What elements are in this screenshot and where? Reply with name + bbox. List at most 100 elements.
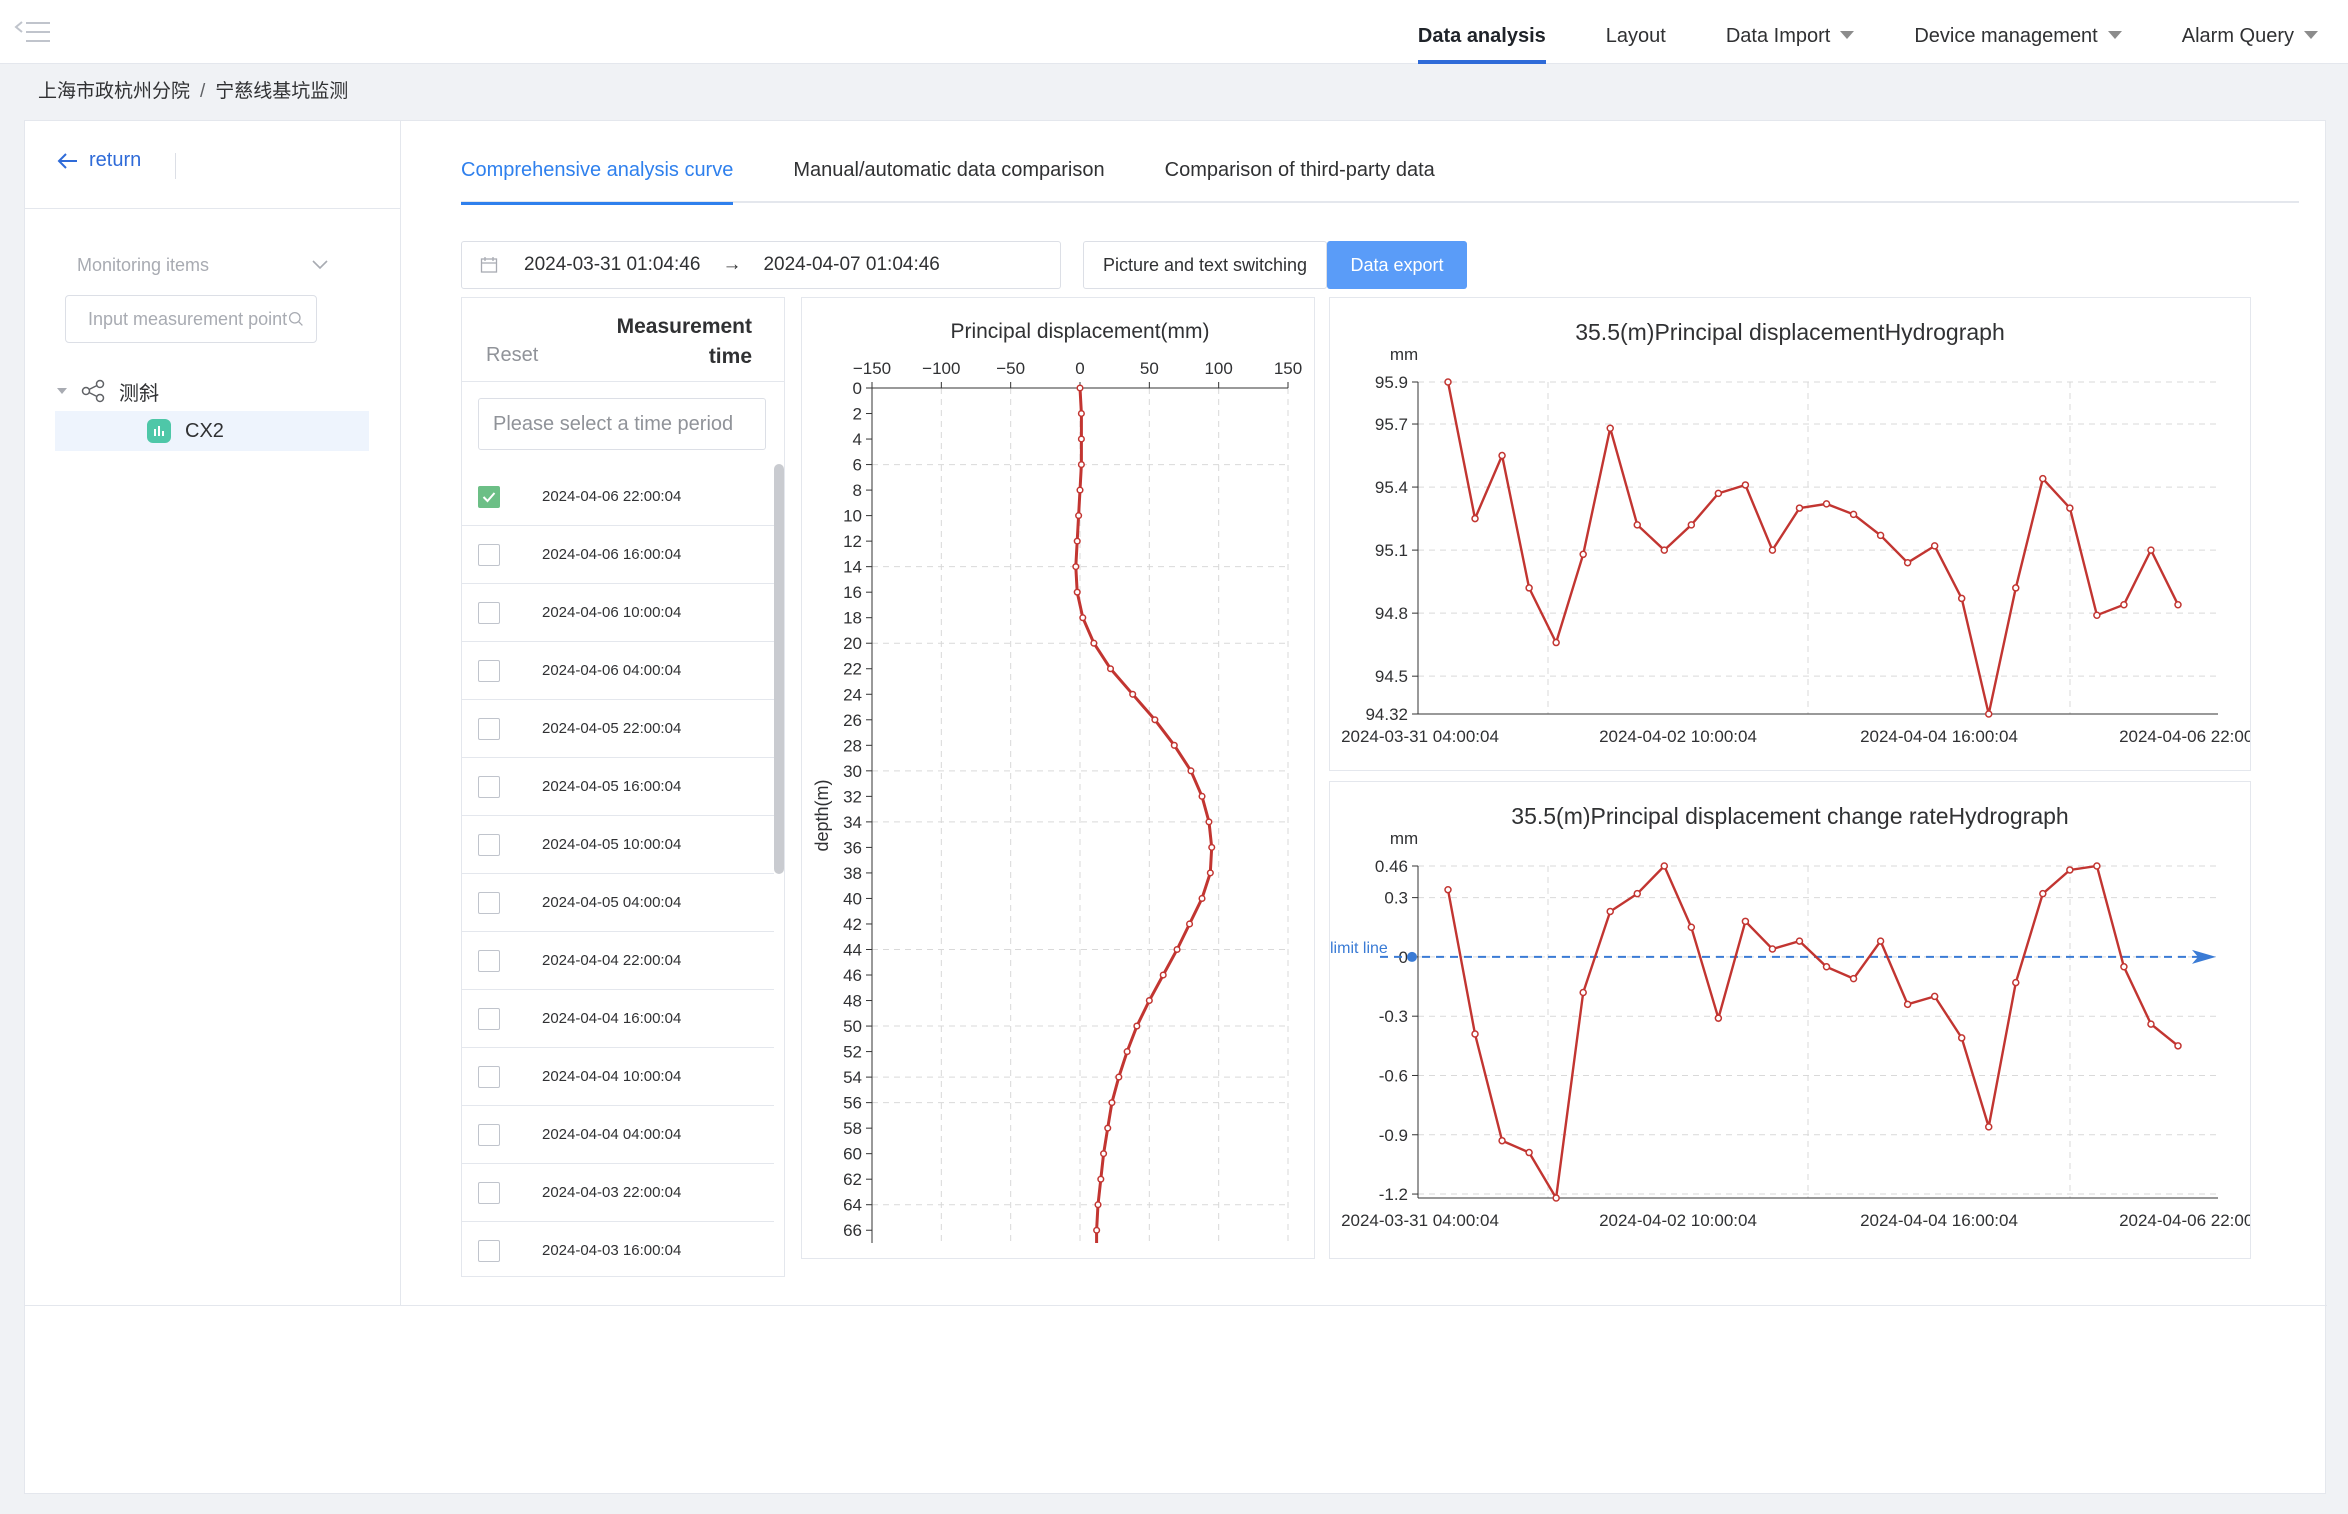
list-item[interactable]: 2024-04-03 16:00:04 <box>462 1222 774 1276</box>
list-item[interactable]: 2024-04-06 22:00:04 <box>462 468 774 526</box>
tree-leaf-cx2[interactable]: CX2 <box>55 411 369 451</box>
checkbox[interactable] <box>478 1007 500 1030</box>
checkbox[interactable] <box>478 775 500 798</box>
tree-node-inclinometer[interactable]: 测斜 <box>55 371 159 411</box>
list-item[interactable]: 2024-04-06 04:00:04 <box>462 642 774 700</box>
point-search-field <box>65 295 317 343</box>
time-period-select[interactable]: Please select a time period <box>478 398 766 450</box>
checkbox[interactable] <box>478 949 500 972</box>
checkbox[interactable] <box>478 1123 500 1146</box>
checkbox[interactable] <box>478 485 500 508</box>
data-point <box>2066 504 2074 512</box>
nav-label: Alarm Query <box>2181 25 2294 47</box>
data-point <box>2093 862 2101 870</box>
tick-label: 10 <box>843 507 862 526</box>
data-point <box>1606 907 1614 916</box>
data-point <box>1498 451 1506 460</box>
checkbox[interactable] <box>478 1181 500 1204</box>
data-point <box>1714 1014 1723 1022</box>
checkbox[interactable] <box>478 891 500 914</box>
nav-item-alarm-query[interactable]: Alarm Query <box>2152 0 2348 64</box>
tick-label: 2024-04-06 22:00:04 <box>2119 1211 2250 1230</box>
time-panel-title-line: Measurement <box>616 315 752 338</box>
data-point <box>1444 378 1452 386</box>
tick-label: 94.5 <box>1375 667 1408 686</box>
list-item[interactable]: 2024-04-04 10:00:04 <box>462 1048 774 1106</box>
list-item[interactable]: 2024-04-04 16:00:04 <box>462 990 774 1048</box>
list-item[interactable]: 2024-04-05 22:00:04 <box>462 700 774 758</box>
tick-label: 2024-04-02 10:00:04 <box>1599 727 1757 746</box>
date-range-picker[interactable]: 2024-03-31 01:04:46 → 2024-04-07 01:04:4… <box>461 241 1061 289</box>
tick-label: 20 <box>843 634 862 653</box>
tick-label: 44 <box>843 940 862 959</box>
displacement-hydrograph-chart: 35.5(m)Principal displacementHydrograph m… <box>1329 297 2277 771</box>
tick-label: 62 <box>843 1170 862 1189</box>
tick-label: 0.46 <box>1375 857 1408 876</box>
data-point <box>1471 1030 1479 1038</box>
chart-title: 35.5(m)Principal displacement change rat… <box>1511 803 2068 829</box>
list-item[interactable]: 2024-04-06 10:00:04 <box>462 584 774 642</box>
limit-marker <box>1407 951 1417 962</box>
data-point <box>1151 716 1159 724</box>
picture-text-switch-button[interactable]: Picture and text switching <box>1083 241 1327 289</box>
list-item[interactable]: 2024-04-05 04:00:04 <box>462 874 774 932</box>
data-point <box>1930 992 1939 1001</box>
data-point <box>2174 1042 2182 1050</box>
data-point <box>1633 889 1642 898</box>
tick-label: 2024-04-02 10:00:04 <box>1599 1211 1757 1230</box>
measurement-time-panel: Reset Measurement time Please select a t… <box>461 297 785 1277</box>
range-end[interactable]: 2024-04-07 01:04:46 <box>763 254 939 276</box>
scrollbar[interactable] <box>774 464 784 874</box>
list-item[interactable]: 2024-04-03 22:00:04 <box>462 1164 774 1222</box>
sidebar: return Monitoring items 测斜 <box>25 121 401 1305</box>
tick-label: 50 <box>843 1017 862 1036</box>
data-point <box>1129 690 1137 698</box>
search-icon[interactable] <box>288 309 304 329</box>
list-item[interactable]: 2024-04-05 10:00:04 <box>462 816 774 874</box>
checkbox[interactable] <box>478 543 500 566</box>
caret-down-icon[interactable] <box>55 386 69 396</box>
breadcrumb-org[interactable]: 上海市政杭州分院 <box>38 81 190 102</box>
monitoring-items-select[interactable]: Monitoring items <box>65 245 341 285</box>
data-point <box>1903 1000 1912 1009</box>
tick-label: 30 <box>843 762 862 781</box>
data-point <box>1093 1226 1101 1234</box>
tab-third-party-comparison[interactable]: Comparison of third-party data <box>1165 153 1435 203</box>
point-search-input[interactable] <box>88 308 288 330</box>
tab-comprehensive-analysis[interactable]: Comprehensive analysis curve <box>461 153 734 205</box>
data-export-button[interactable]: Data export <box>1327 241 1467 289</box>
data-point <box>1930 542 1939 550</box>
range-start[interactable]: 2024-03-31 01:04:46 <box>524 254 700 276</box>
data-point <box>1822 500 1831 508</box>
breadcrumb: 上海市政杭州分院 / 宁慈线基坑监测 <box>38 76 348 103</box>
list-item[interactable]: 2024-04-05 16:00:04 <box>462 758 774 816</box>
time-panel-title: Measurement time <box>572 312 752 372</box>
return-button[interactable]: return <box>57 149 141 172</box>
nav-item-layout[interactable]: Layout <box>1576 0 1696 64</box>
checkbox[interactable] <box>478 659 500 682</box>
data-point <box>1525 1148 1533 1157</box>
checkbox[interactable] <box>478 717 500 740</box>
tick-label: 0.3 <box>1384 889 1408 908</box>
checkbox[interactable] <box>478 833 500 856</box>
tick-label: 32 <box>843 787 862 806</box>
list-item[interactable]: 2024-04-04 04:00:04 <box>462 1106 774 1164</box>
checkbox[interactable] <box>478 1239 500 1262</box>
tick-label: 36 <box>843 838 862 857</box>
time-value: 2024-04-06 22:00:04 <box>542 488 682 505</box>
tick-label: 0 <box>1075 359 1084 378</box>
checkbox[interactable] <box>478 601 500 624</box>
menu-collapse-icon[interactable] <box>14 18 54 46</box>
data-point <box>1633 521 1642 529</box>
time-value: 2024-04-06 04:00:04 <box>542 662 682 679</box>
series-line <box>1446 381 2180 715</box>
time-value: 2024-04-04 04:00:04 <box>542 1126 682 1143</box>
nav-item-device-management[interactable]: Device management <box>1884 0 2151 64</box>
nav-item-data-import[interactable]: Data Import <box>1696 0 1884 64</box>
list-item[interactable]: 2024-04-04 22:00:04 <box>462 932 774 990</box>
list-item[interactable]: 2024-04-06 16:00:04 <box>462 526 774 584</box>
reset-button[interactable]: Reset <box>486 344 538 367</box>
checkbox[interactable] <box>478 1065 500 1088</box>
tab-manual-automatic-comparison[interactable]: Manual/automatic data comparison <box>793 153 1104 203</box>
nav-item-data-analysis[interactable]: Data analysis <box>1388 0 1576 64</box>
